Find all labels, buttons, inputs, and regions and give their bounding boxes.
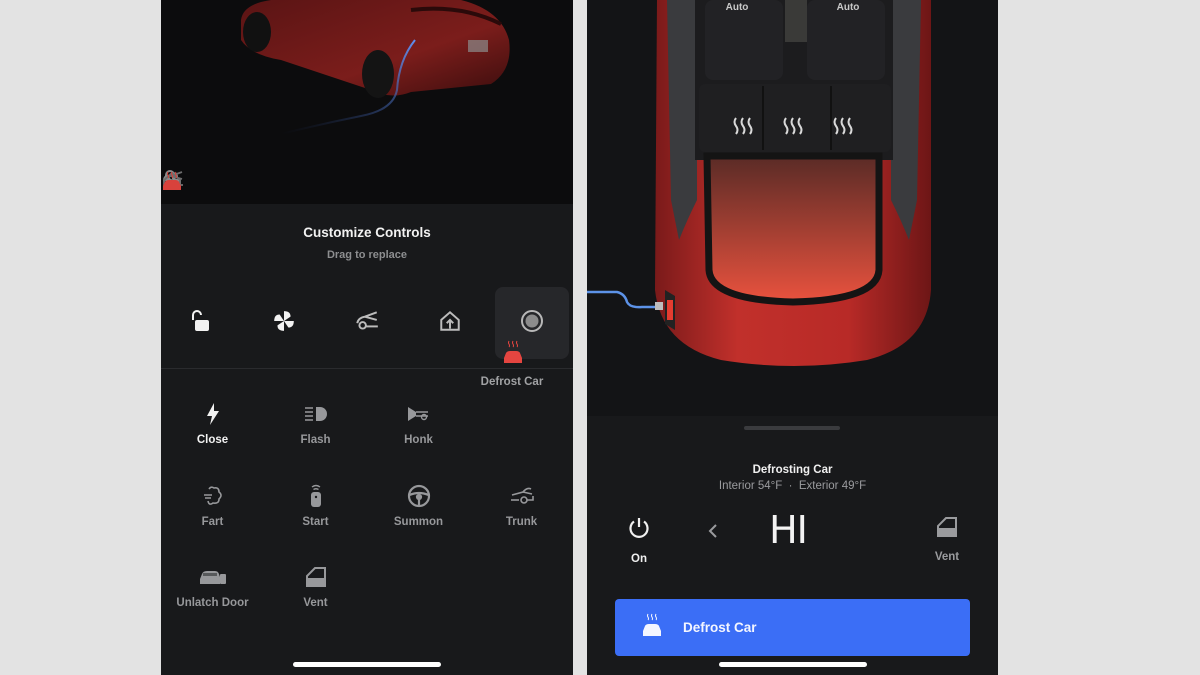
defrost-car-button-label: Defrost Car bbox=[683, 620, 757, 635]
seat-heat-front-left[interactable]: Auto bbox=[717, 2, 757, 13]
quick-controls-bar bbox=[161, 170, 573, 204]
control-fart[interactable]: Fart bbox=[161, 482, 264, 542]
homelink-icon bbox=[438, 309, 462, 338]
key-fob-icon bbox=[264, 482, 367, 510]
frunk-icon bbox=[354, 310, 380, 337]
defrost-car-button[interactable]: Defrost Car bbox=[615, 599, 970, 656]
sheet-title: Customize Controls bbox=[303, 225, 431, 240]
window-vent-icon bbox=[936, 517, 958, 542]
control-trunk[interactable]: Trunk bbox=[470, 482, 573, 542]
control-label: Trunk bbox=[505, 516, 538, 528]
frunk-icon[interactable] bbox=[163, 171, 380, 200]
fan-icon bbox=[272, 309, 296, 338]
seat-heat-front-right[interactable]: Auto bbox=[828, 2, 868, 13]
control-label: Vent bbox=[303, 597, 328, 609]
control-label: Summon bbox=[393, 516, 444, 528]
slot-unlock[interactable] bbox=[163, 287, 237, 359]
control-summon[interactable]: Summon bbox=[367, 482, 470, 542]
slot-frunk[interactable] bbox=[330, 287, 404, 359]
control-label: Fart bbox=[201, 516, 224, 528]
slot-fan[interactable] bbox=[247, 287, 321, 359]
defrost-screen: Auto Auto Defrosting Car Interior 54°F ·… bbox=[587, 0, 998, 675]
power-icon bbox=[627, 518, 651, 544]
defrost-car-icon[interactable] bbox=[163, 171, 521, 200]
car-top-view-illustration bbox=[587, 0, 931, 366]
control-label: Flash bbox=[300, 434, 331, 446]
window-vent-icon bbox=[264, 563, 367, 591]
control-label: Close bbox=[196, 434, 229, 446]
home-indicator[interactable] bbox=[293, 662, 441, 667]
chevron-left-icon[interactable] bbox=[707, 520, 719, 547]
car-hero-image bbox=[161, 0, 573, 204]
control-honk[interactable]: Honk bbox=[367, 400, 470, 460]
control-close[interactable]: Close bbox=[161, 400, 264, 460]
power-label: On bbox=[631, 553, 647, 565]
vent-label: Vent bbox=[934, 551, 960, 563]
unlock-icon bbox=[188, 309, 212, 337]
homelink-icon[interactable] bbox=[163, 171, 450, 200]
control-unlatch-door[interactable]: Unlatch Door bbox=[161, 563, 264, 623]
power-button[interactable]: On bbox=[617, 516, 661, 565]
car-top-view: Auto Auto bbox=[587, 0, 998, 416]
headlight-flash-icon bbox=[264, 400, 367, 428]
car-door-icon bbox=[161, 563, 264, 591]
fart-icon bbox=[161, 482, 264, 510]
bolt-icon bbox=[161, 400, 264, 428]
control-label: Honk bbox=[404, 434, 433, 446]
divider bbox=[161, 368, 573, 369]
unlock-icon[interactable] bbox=[165, 170, 239, 200]
dragging-control-label: Defrost Car bbox=[480, 376, 544, 388]
sheet-grabber[interactable] bbox=[744, 426, 840, 430]
control-flash[interactable]: Flash bbox=[264, 400, 367, 460]
customize-controls-screen: Customize Controls Drag to replace Defro… bbox=[161, 0, 573, 675]
fan-icon[interactable] bbox=[163, 172, 310, 200]
control-label: Unlatch Door bbox=[176, 597, 249, 609]
fan-level-value: HI bbox=[769, 508, 808, 552]
climate-status-title: Defrosting Car bbox=[752, 464, 833, 476]
empty-slot-icon bbox=[520, 309, 544, 338]
vent-button[interactable]: Vent bbox=[925, 516, 969, 563]
sheet-subtitle: Drag to replace bbox=[326, 249, 408, 261]
trunk-icon bbox=[470, 482, 573, 510]
temperature-readout: Interior 54°F · Exterior 49°F bbox=[718, 480, 867, 492]
control-label: Start bbox=[302, 516, 329, 528]
slot-homelink[interactable] bbox=[413, 287, 487, 359]
home-indicator[interactable] bbox=[718, 662, 867, 667]
defrost-car-icon bbox=[641, 613, 663, 642]
defrost-car-icon[interactable] bbox=[502, 340, 524, 369]
horn-icon bbox=[367, 400, 470, 428]
control-start[interactable]: Start bbox=[264, 482, 367, 542]
steering-wheel-icon bbox=[367, 482, 470, 510]
control-vent[interactable]: Vent bbox=[264, 563, 367, 623]
